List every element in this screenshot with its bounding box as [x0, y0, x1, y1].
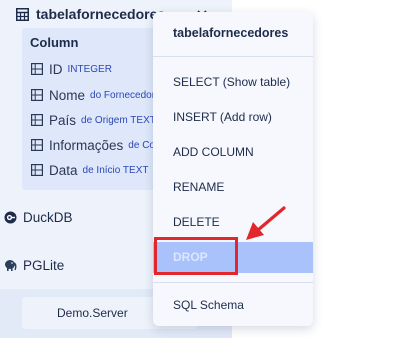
elephant-icon: [5, 259, 17, 271]
column-type: de Origem TEXT: [81, 114, 156, 126]
highlight-box: [154, 237, 238, 275]
column-name: Data: [49, 162, 78, 178]
menu-title: tabelafornecedores: [173, 26, 289, 40]
sidebar-item-pglite[interactable]: PGLite: [4, 256, 64, 274]
database-name: PGLite: [23, 257, 65, 273]
menu-divider: [153, 282, 313, 283]
menu-item-select[interactable]: SELECT (Show table): [173, 75, 290, 89]
column-name: País: [49, 112, 77, 128]
column-name: ID: [49, 61, 63, 77]
menu-item-insert[interactable]: INSERT (Add row): [173, 110, 272, 124]
column-type: INTEGER: [67, 63, 112, 75]
database-name: DuckDB: [23, 209, 73, 225]
context-menu: tabelafornecedores SELECT (Show table) I…: [153, 12, 313, 326]
column-item[interactable]: Data de Início TEXT: [31, 161, 149, 179]
duck-icon: [4, 211, 17, 223]
arrow-icon: [246, 206, 286, 240]
table-name: tabelafornecedores: [36, 6, 166, 22]
menu-item-rename[interactable]: RENAME: [173, 180, 224, 194]
table-tree-item[interactable]: tabelafornecedores: [16, 4, 165, 24]
column-type: do Fornecedor: [90, 89, 156, 101]
column-heading: Column: [30, 35, 79, 50]
column-name: Informações: [49, 137, 124, 153]
column-item[interactable]: Nome do Fornecedor: [31, 86, 155, 104]
column-icon: [31, 164, 43, 176]
table-icon: [16, 7, 29, 21]
menu-divider: [153, 56, 313, 57]
menu-item-sql-schema[interactable]: SQL Schema: [173, 298, 244, 312]
column-type: de Co: [128, 139, 155, 151]
column-type: de Início TEXT: [82, 164, 149, 176]
column-item[interactable]: ID INTEGER: [31, 60, 112, 78]
column-item[interactable]: Informações de Co: [31, 136, 155, 154]
sidebar-item-duckdb[interactable]: DuckDB: [4, 208, 73, 226]
column-icon: [31, 89, 43, 101]
server-label: Demo.Server: [57, 306, 128, 320]
column-icon: [31, 63, 43, 75]
menu-item-delete[interactable]: DELETE: [173, 215, 220, 229]
column-item[interactable]: País de Origem TEXT: [31, 111, 156, 129]
column-icon: [31, 139, 43, 151]
menu-item-add-column[interactable]: ADD COLUMN: [173, 145, 254, 159]
column-name: Nome: [49, 87, 86, 103]
column-icon: [31, 114, 43, 126]
